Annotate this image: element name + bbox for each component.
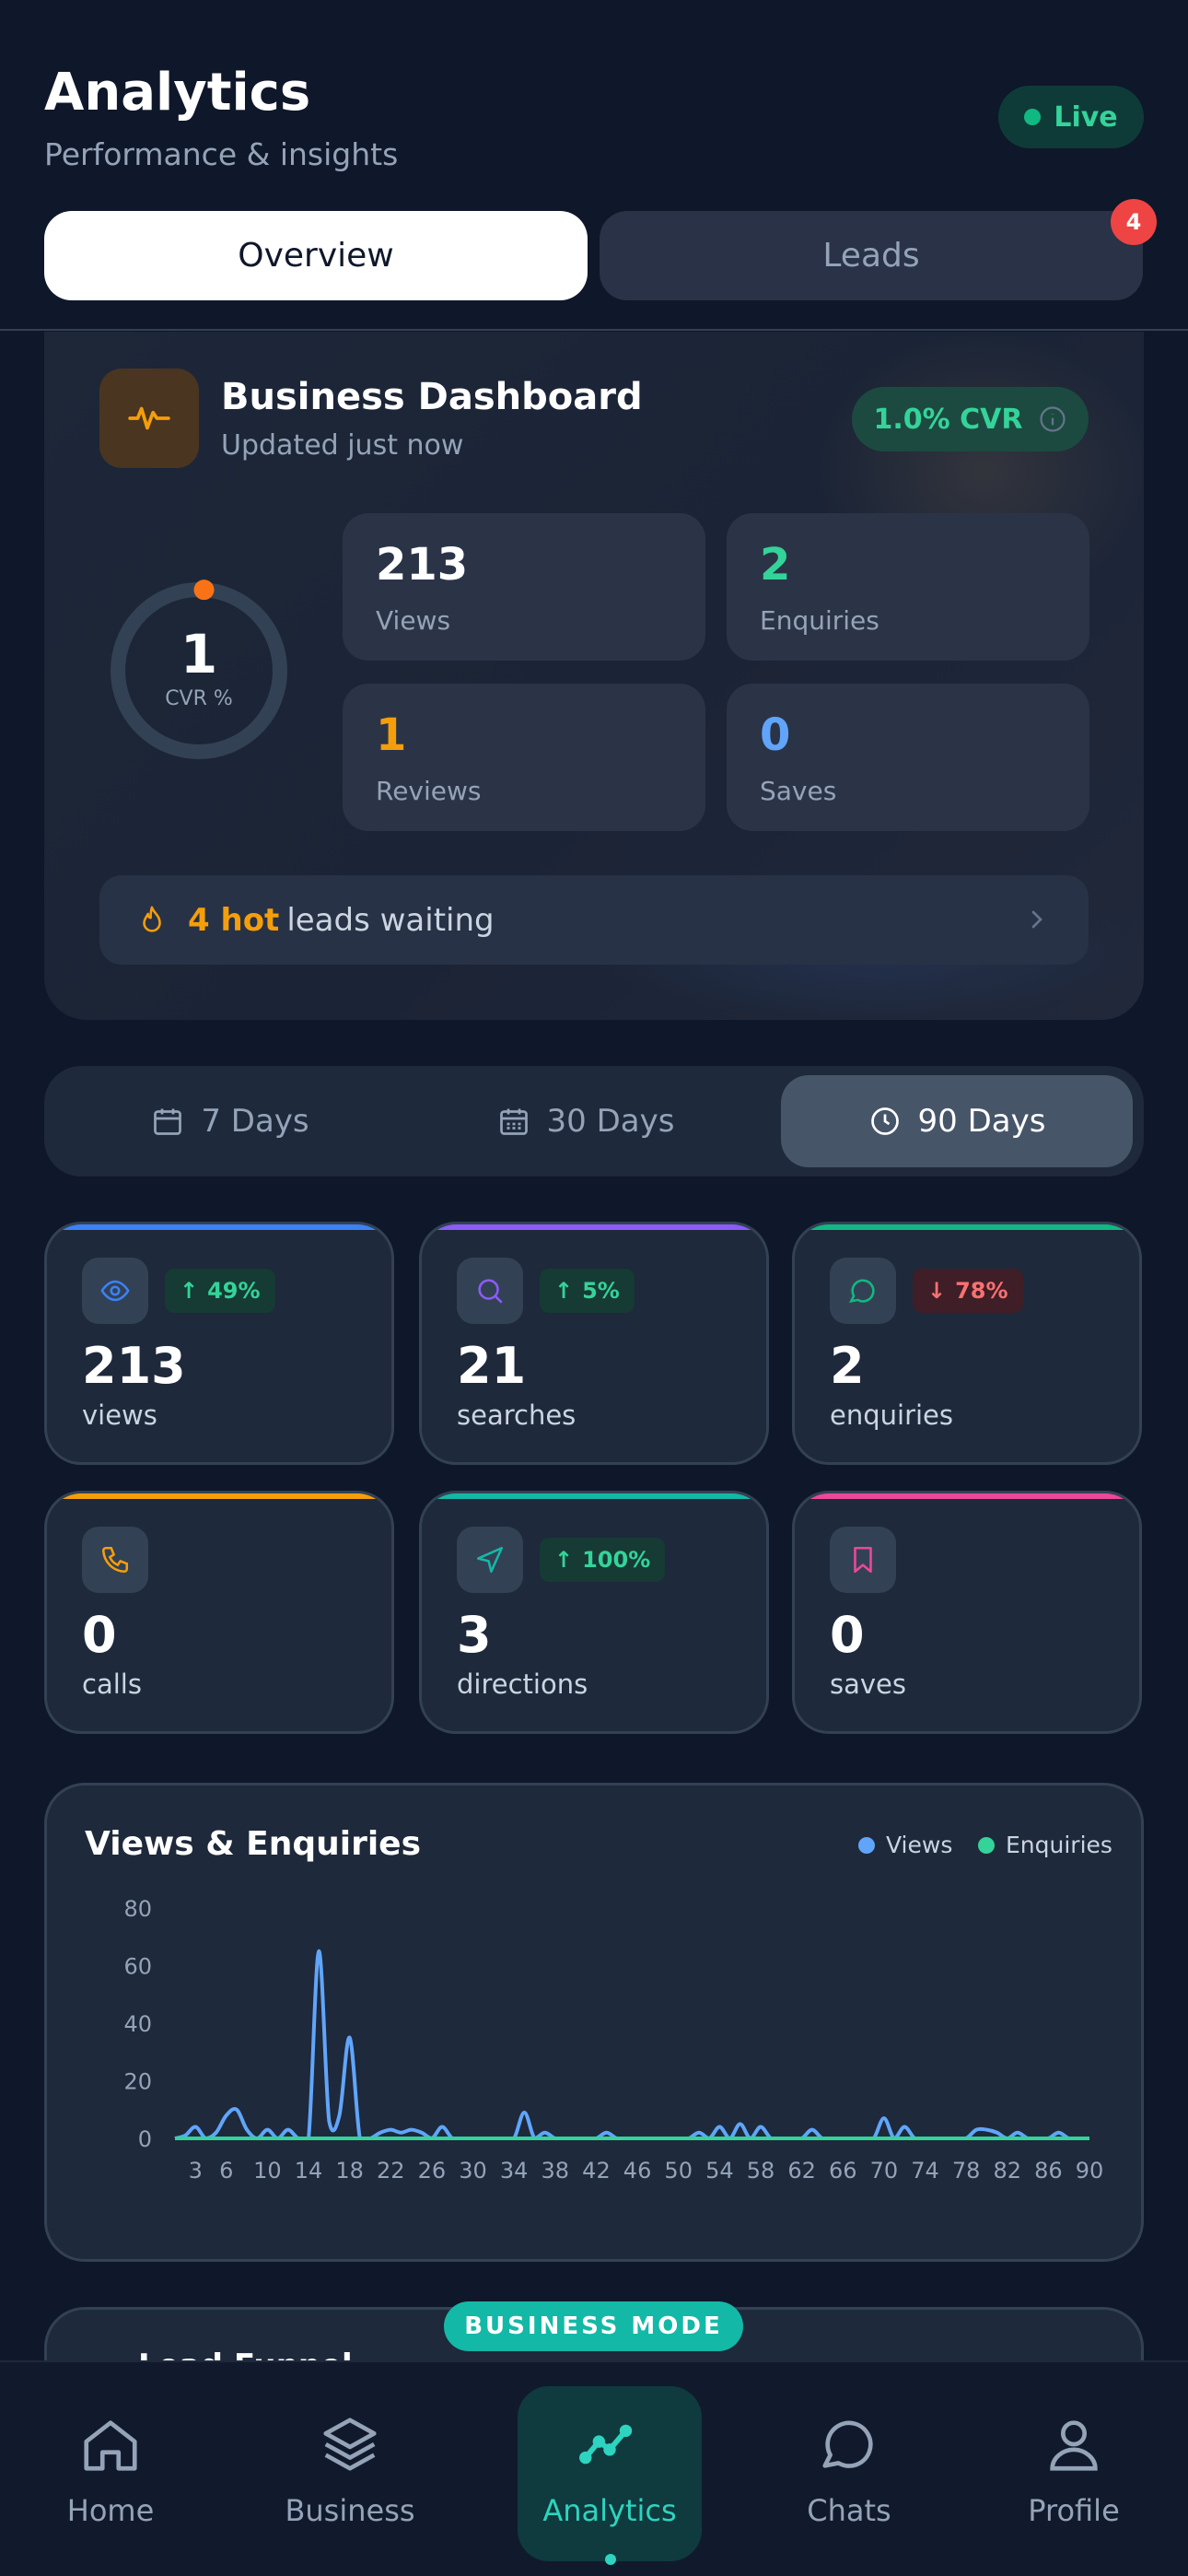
x-tick-label: 70	[870, 2158, 899, 2184]
x-tick-label: 66	[829, 2158, 857, 2184]
x-tick-label: 54	[705, 2158, 734, 2184]
x-tick-label: 3	[189, 2158, 203, 2184]
x-tick-label: 22	[377, 2158, 405, 2184]
home-icon	[84, 2420, 137, 2471]
nav-label: Home	[66, 2493, 155, 2528]
x-tick-label: 78	[952, 2158, 981, 2184]
nav-home[interactable]: Home	[18, 2386, 203, 2561]
nav-profile[interactable]: Profile	[982, 2386, 1166, 2561]
x-tick-label: 10	[253, 2158, 282, 2184]
x-tick-label: 58	[747, 2158, 775, 2184]
x-tick-label: 18	[335, 2158, 364, 2184]
nav-business[interactable]: Business	[258, 2386, 442, 2561]
x-tick-label: 90	[1076, 2158, 1104, 2184]
x-tick-label: 42	[582, 2158, 611, 2184]
nav-analytics[interactable]: Analytics	[518, 2386, 702, 2561]
nav-label: Business	[285, 2493, 415, 2528]
trend-line-icon	[579, 2424, 633, 2465]
series-line-views	[174, 1949, 1089, 2140]
user-icon	[1050, 2420, 1098, 2471]
y-tick-label: 60	[123, 1954, 152, 1980]
nav-active-indicator	[605, 2554, 616, 2565]
layers-icon	[323, 2418, 377, 2471]
nav-label: Analytics	[542, 2493, 677, 2528]
x-tick-label: 6	[219, 2158, 233, 2184]
x-tick-label: 38	[542, 2158, 570, 2184]
nav-label: Chats	[807, 2493, 891, 2528]
x-tick-label: 74	[911, 2158, 939, 2184]
x-tick-label: 46	[623, 2158, 652, 2184]
y-tick-label: 80	[123, 1896, 152, 1922]
x-tick-label: 14	[295, 2158, 323, 2184]
business-mode-badge: BUSINESS MODE	[444, 2301, 743, 2351]
x-tick-label: 62	[787, 2158, 816, 2184]
nav-chats[interactable]: Chats	[757, 2386, 941, 2561]
y-tick-label: 20	[123, 2069, 152, 2095]
x-tick-label: 34	[500, 2158, 529, 2184]
y-tick-label: 40	[123, 2011, 152, 2037]
x-tick-label: 26	[418, 2158, 447, 2184]
x-tick-label: 86	[1034, 2158, 1063, 2184]
y-tick-label: 0	[138, 2126, 152, 2152]
line-chart: 0 20 40 60 80 3 6 10 14 18 22 26 30 34 38 42 46 50 54 58 62 6…	[123, 1896, 1104, 2184]
nav-label: Profile	[1028, 2493, 1120, 2528]
x-tick-label: 50	[664, 2158, 693, 2184]
x-tick-label: 82	[993, 2158, 1021, 2184]
chat-icon	[822, 2420, 873, 2468]
x-tick-label: 30	[459, 2158, 487, 2184]
